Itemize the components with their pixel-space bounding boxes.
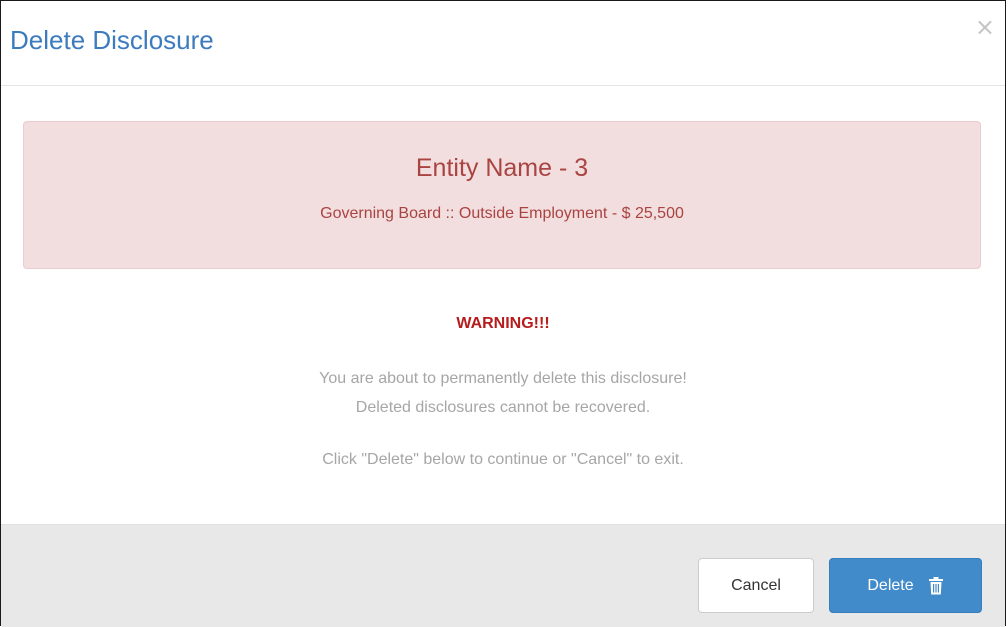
close-icon[interactable]: × (975, 15, 995, 39)
cancel-button-label: Cancel (731, 576, 781, 594)
delete-button-label: Delete (867, 576, 914, 594)
warning-line-1: You are about to permanently delete this… (319, 370, 687, 387)
trash-icon (928, 576, 943, 594)
dialog-header: Delete Disclosure × (1, 1, 1005, 86)
warning-heading: WARNING!!! (456, 315, 550, 332)
dialog-footer: Cancel Delete (1, 524, 1005, 627)
delete-disclosure-dialog: Delete Disclosure × Entity Name - 3 Gove… (0, 0, 1006, 627)
disclosure-detail: Governing Board :: Outside Employment - … (320, 205, 684, 222)
warning-line-2: Deleted disclosures cannot be recovered. (355, 399, 651, 416)
cancel-button[interactable]: Cancel (698, 558, 814, 613)
delete-button[interactable]: Delete (829, 558, 982, 613)
dialog-title: Delete Disclosure (10, 25, 214, 55)
disclosure-summary-alert: Entity Name - 3 Governing Board :: Outsi… (23, 121, 981, 269)
instruction-text: Click "Delete" below to continue or "Can… (322, 451, 684, 468)
entity-name: Entity Name - 3 (415, 154, 589, 182)
